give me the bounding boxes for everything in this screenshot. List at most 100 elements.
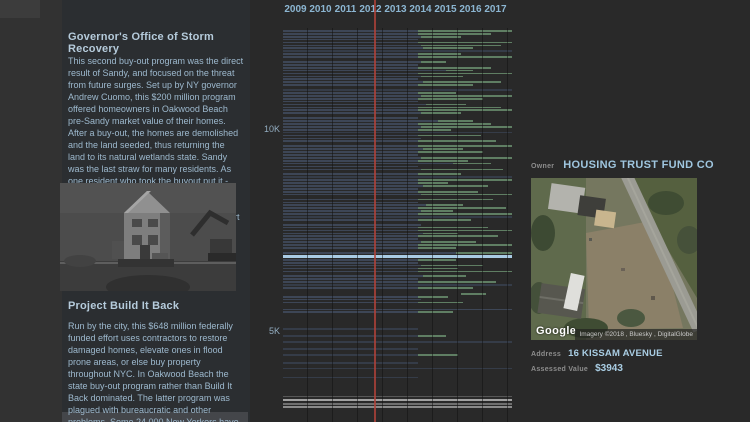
- property-timeline-row[interactable]: [283, 281, 513, 283]
- property-timeline-row[interactable]: [283, 232, 513, 235]
- property-timeline-row[interactable]: [283, 106, 513, 109]
- property-timeline-row[interactable]: [283, 69, 513, 72]
- property-timeline-row[interactable]: [283, 376, 513, 379]
- property-timeline-row[interactable]: [283, 84, 513, 86]
- property-timeline-row[interactable]: [283, 97, 513, 100]
- property-timeline-row[interactable]: [283, 241, 513, 243]
- property-timeline-row[interactable]: [283, 187, 513, 190]
- property-timeline-row[interactable]: [283, 66, 513, 69]
- property-timeline-row[interactable]: [283, 402, 513, 405]
- property-timeline-row[interactable]: [283, 238, 513, 241]
- selected-property-row[interactable]: [283, 254, 513, 258]
- property-timeline-row[interactable]: [283, 128, 513, 131]
- property-timeline-row[interactable]: [283, 89, 513, 91]
- property-timeline-row[interactable]: [283, 278, 513, 281]
- property-timeline-row[interactable]: [283, 38, 513, 41]
- property-timeline-row[interactable]: [283, 61, 513, 63]
- property-timeline-row[interactable]: [283, 198, 513, 201]
- property-timeline-row[interactable]: [283, 258, 513, 261]
- property-timeline-row[interactable]: [283, 335, 513, 337]
- satellite-map-image[interactable]: Google Imagery ©2018 , Bluesky , Digital…: [531, 178, 697, 340]
- property-timeline-row[interactable]: [283, 47, 513, 50]
- property-timeline-row[interactable]: [283, 244, 513, 246]
- property-timeline-row[interactable]: [283, 156, 513, 159]
- property-timeline-row[interactable]: [283, 103, 513, 106]
- property-timeline-row[interactable]: [283, 207, 513, 210]
- property-timeline-row[interactable]: [283, 168, 513, 171]
- property-timeline-row[interactable]: [283, 406, 513, 408]
- property-timeline-row[interactable]: [283, 162, 513, 165]
- property-timeline-row[interactable]: [283, 301, 513, 304]
- property-timeline-row[interactable]: [283, 30, 513, 32]
- property-timeline-row[interactable]: [283, 112, 513, 115]
- property-timeline-row[interactable]: [283, 353, 513, 356]
- property-timeline-row[interactable]: [283, 226, 513, 229]
- property-timeline-row[interactable]: [283, 78, 513, 81]
- property-timeline-row[interactable]: [283, 204, 513, 207]
- property-timeline-row[interactable]: [283, 308, 513, 311]
- property-timeline-row[interactable]: [283, 247, 513, 249]
- property-timeline-row[interactable]: [283, 201, 513, 204]
- property-timeline-row[interactable]: [283, 213, 513, 215]
- property-timeline-row[interactable]: [283, 298, 513, 301]
- property-timeline-row[interactable]: [283, 159, 513, 162]
- property-timeline-row[interactable]: [283, 185, 513, 187]
- property-timeline-row[interactable]: [283, 182, 513, 184]
- property-timeline-row[interactable]: [283, 134, 513, 137]
- property-timeline-row[interactable]: [283, 123, 513, 125]
- property-timeline-row[interactable]: [283, 50, 513, 53]
- property-timeline-row[interactable]: [283, 92, 513, 94]
- property-timeline-row[interactable]: [283, 398, 513, 401]
- property-timeline-row[interactable]: [283, 190, 513, 193]
- property-timeline-row[interactable]: [283, 284, 513, 286]
- property-timeline-row[interactable]: [283, 140, 513, 143]
- property-timeline-row[interactable]: [283, 218, 513, 221]
- property-timeline-row[interactable]: [283, 35, 513, 38]
- property-timeline-row[interactable]: [283, 235, 513, 238]
- property-timeline-row[interactable]: [283, 165, 513, 168]
- property-timeline-row[interactable]: [283, 53, 513, 55]
- property-timeline-row[interactable]: [283, 154, 513, 156]
- property-timeline-row[interactable]: [283, 292, 513, 295]
- property-timeline-row[interactable]: [283, 270, 513, 273]
- property-timeline-row[interactable]: [283, 94, 513, 97]
- property-timeline-row[interactable]: [283, 173, 513, 176]
- property-timeline-row[interactable]: [283, 81, 513, 84]
- property-timeline-row[interactable]: [283, 41, 513, 44]
- property-timeline-row[interactable]: [283, 216, 513, 218]
- property-timeline-row[interactable]: [283, 311, 513, 314]
- property-timeline-row[interactable]: [283, 341, 513, 343]
- property-timeline-row[interactable]: [283, 223, 513, 226]
- property-timeline-row[interactable]: [283, 44, 513, 47]
- property-timeline-row[interactable]: [283, 137, 513, 140]
- property-timeline-row[interactable]: [283, 32, 513, 35]
- property-timeline-row[interactable]: [283, 72, 513, 75]
- property-timeline-row[interactable]: [283, 75, 513, 78]
- property-timeline-row[interactable]: [283, 210, 513, 212]
- property-timeline-row[interactable]: [283, 251, 513, 254]
- property-timeline-row[interactable]: [283, 264, 513, 267]
- property-timeline-row[interactable]: [283, 120, 513, 122]
- property-timeline-row[interactable]: [283, 295, 513, 298]
- property-timeline-row[interactable]: [283, 131, 513, 134]
- property-timeline-row[interactable]: [283, 176, 513, 179]
- property-timeline-row[interactable]: [283, 367, 513, 370]
- property-timeline-row[interactable]: [283, 348, 513, 350]
- property-timeline-row[interactable]: [283, 145, 513, 148]
- property-timeline-row[interactable]: [283, 395, 513, 398]
- property-timeline-row[interactable]: [283, 229, 513, 232]
- property-timeline-row[interactable]: [283, 56, 513, 58]
- property-timeline-row[interactable]: [283, 193, 513, 196]
- property-timeline-row[interactable]: [283, 328, 513, 331]
- property-timeline-row[interactable]: [283, 117, 513, 119]
- property-timeline-row[interactable]: [283, 267, 513, 270]
- property-timeline-row[interactable]: [283, 179, 513, 181]
- property-timeline-row[interactable]: [283, 109, 513, 112]
- property-timeline-row[interactable]: [283, 361, 513, 364]
- property-timeline-row[interactable]: [283, 125, 513, 128]
- property-timeline-row[interactable]: [283, 275, 513, 278]
- property-timeline-row[interactable]: [283, 261, 513, 264]
- property-timeline-row[interactable]: [283, 100, 513, 103]
- property-timeline-row[interactable]: [283, 287, 513, 289]
- property-timeline-row[interactable]: [283, 151, 513, 153]
